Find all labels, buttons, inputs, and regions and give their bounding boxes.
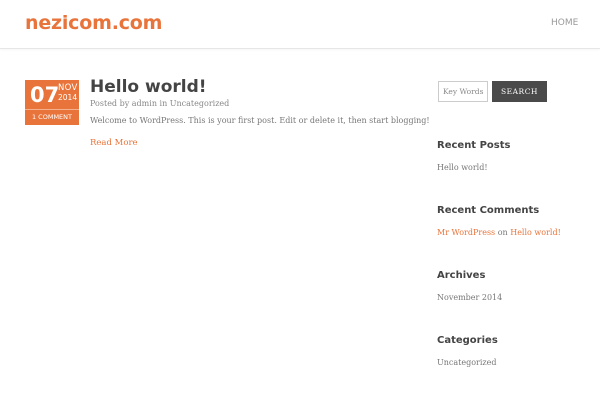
archive-link[interactable]: November 2014 xyxy=(437,293,502,302)
recent-comment-item: Mr WordPress on Hello world! xyxy=(437,228,561,237)
comment-on-text: on xyxy=(497,228,508,237)
post-month: NOV xyxy=(58,83,78,93)
comment-post-link[interactable]: Hello world! xyxy=(510,228,561,237)
recent-posts-title: Recent Posts xyxy=(437,140,511,151)
search-button[interactable]: SEARCH xyxy=(492,81,547,102)
meta-prefix: Posted by xyxy=(90,99,130,108)
nav-home-link[interactable]: HOME xyxy=(551,18,578,28)
post-day: 07 xyxy=(30,83,60,107)
meta-in: in xyxy=(159,99,168,108)
comment-count-link[interactable]: 1 COMMENT xyxy=(25,109,79,125)
recent-comments-title: Recent Comments xyxy=(437,205,540,216)
post-excerpt: Welcome to WordPress. This is your first… xyxy=(90,116,430,125)
archives-title: Archives xyxy=(437,270,486,281)
site-header: nezicom.com HOME xyxy=(0,0,600,49)
post-category-link[interactable]: Uncategorized xyxy=(170,99,229,108)
categories-title: Categories xyxy=(437,335,498,346)
site-logo-link[interactable]: nezicom.com xyxy=(25,12,162,34)
date-badge: 07 NOV 2014 xyxy=(25,80,79,109)
read-more-link[interactable]: Read More xyxy=(90,138,138,148)
search-input[interactable] xyxy=(438,81,488,102)
comment-author-link[interactable]: Mr WordPress xyxy=(437,228,495,237)
recent-post-link[interactable]: Hello world! xyxy=(437,163,488,172)
post-meta: Posted by admin in Uncategorized xyxy=(90,99,229,108)
post-author: admin xyxy=(131,99,157,108)
post-title-link[interactable]: Hello world! xyxy=(90,77,207,97)
post-year: 2014 xyxy=(58,93,78,102)
category-link[interactable]: Uncategorized xyxy=(437,358,496,367)
